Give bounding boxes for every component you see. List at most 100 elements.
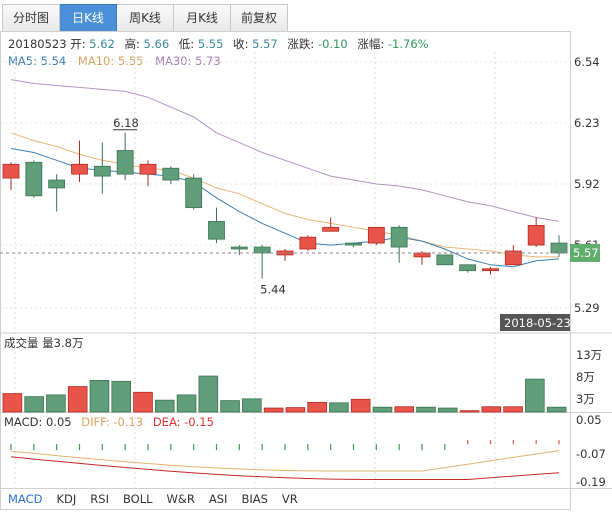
volume-bar-25 (546, 406, 567, 413)
volume-bar-3 (67, 386, 88, 413)
candle-5 (116, 132, 134, 181)
volume-bar-15 (329, 402, 349, 413)
candle-body (48, 179, 66, 189)
indicator-rsi[interactable]: RSI (90, 492, 109, 506)
candle-15 (345, 242, 362, 248)
candle-body (459, 264, 477, 272)
candle-16 (367, 226, 385, 246)
price-tick-0: 6.54 (574, 55, 600, 69)
candle-body (322, 226, 340, 232)
candle-2 (48, 174, 66, 212)
candle-body (25, 161, 43, 197)
price-tick-4: 5.29 (574, 301, 600, 315)
volume-bar-16 (350, 398, 371, 413)
macd-tick-2: -0.19 (576, 475, 606, 489)
volume-bar-2 (46, 394, 66, 413)
volume-bar-24 (525, 378, 545, 413)
volume-label: 成交量 (4, 336, 39, 350)
candle-body (71, 163, 88, 175)
volume-bar-1 (24, 396, 44, 413)
candle-22 (504, 245, 522, 266)
candle-body (367, 226, 385, 244)
candle-1 (25, 160, 43, 198)
ma30-line (10, 79, 560, 222)
candle-body (527, 224, 545, 246)
indicator-asi[interactable]: ASI (209, 492, 228, 506)
candle-body (482, 268, 499, 272)
macd-value: 0.05 (46, 415, 72, 429)
candle-body (390, 226, 408, 248)
candle-body (299, 236, 317, 250)
candle-24 (550, 235, 568, 257)
candle-body (345, 242, 362, 246)
macd-tick-0: 0.05 (576, 413, 602, 427)
candle-body (550, 242, 568, 254)
diff-value: -0.13 (113, 415, 144, 429)
volume-bar-12 (263, 407, 284, 413)
volume-bar-13 (285, 407, 306, 413)
volume-tick-1: 8万 (576, 370, 595, 384)
kline-chart: 6.546.235.925.615.295.576.185.442018-05-… (0, 31, 612, 510)
indicator-bias[interactable]: BIAS (241, 492, 267, 506)
candle-body (208, 221, 225, 240)
candle-body (139, 163, 157, 175)
ma10-line (10, 132, 559, 258)
candle-6 (139, 160, 157, 186)
indicator-kdj[interactable]: KDJ (56, 492, 76, 506)
candle-body (413, 252, 431, 258)
candle-7 (162, 166, 180, 184)
volume-bar-11 (242, 398, 262, 413)
candle-20 (459, 264, 477, 273)
volume-bar-18 (394, 406, 415, 413)
candle-body (436, 254, 454, 266)
candle-21 (482, 266, 499, 275)
low-annotation: 5.44 (260, 283, 286, 297)
volume-bar-9 (198, 375, 219, 413)
dea-label: DEA: (152, 415, 181, 429)
volume-legend: 成交量 量3.8万 (4, 335, 83, 351)
candle-8 (185, 174, 203, 210)
dea-line (10, 456, 560, 480)
candle-23 (527, 217, 545, 248)
candle-12 (276, 249, 294, 261)
ma5-line (10, 148, 560, 268)
indicator-wr[interactable]: W&R (167, 492, 195, 506)
price-tick-2: 5.92 (574, 177, 600, 191)
diff-label: DIFF: (81, 415, 110, 429)
indicator-boll[interactable]: BOLL (123, 492, 153, 506)
candle-body (2, 163, 20, 179)
price-tick-1: 6.23 (574, 116, 600, 130)
diff-line (10, 450, 560, 472)
macd-legend: MACD: 0.05 DIFF: -0.13 DEA: -0.15 (4, 415, 214, 429)
volume-tick-0: 13万 (576, 348, 602, 362)
candle-body (162, 167, 180, 181)
volume-bar-7 (154, 399, 175, 413)
candle-0 (2, 162, 20, 190)
macd-tick-1: -0.07 (576, 447, 606, 461)
indicator-macd[interactable]: MACD (8, 492, 42, 506)
volume-bar-14 (307, 401, 327, 413)
candle-body (185, 177, 203, 209)
volume-bar-22 (481, 406, 502, 413)
candle-17 (390, 225, 408, 263)
volume-bar-5 (111, 380, 132, 413)
dea-value: -0.15 (184, 415, 214, 429)
volume-bar-17 (372, 406, 393, 413)
candle-10 (230, 245, 248, 255)
candle-4 (93, 142, 111, 194)
volume-bar-20 (437, 407, 458, 413)
volume-bar-19 (416, 406, 436, 413)
volume-tick-2: 3万 (576, 392, 595, 406)
indicator-vr[interactable]: VR (282, 492, 298, 506)
volume-bar-21 (459, 410, 480, 413)
volume-bar-4 (89, 380, 110, 413)
candle-body (253, 246, 271, 254)
candle-19 (436, 254, 454, 266)
volume-value: 量3.8万 (42, 336, 84, 350)
high-annotation: 6.18 (113, 116, 139, 130)
candle-body (93, 165, 111, 177)
candle-3 (71, 140, 88, 183)
candle-11 (253, 245, 271, 279)
candle-body (116, 150, 134, 175)
volume-bar-10 (220, 400, 240, 413)
